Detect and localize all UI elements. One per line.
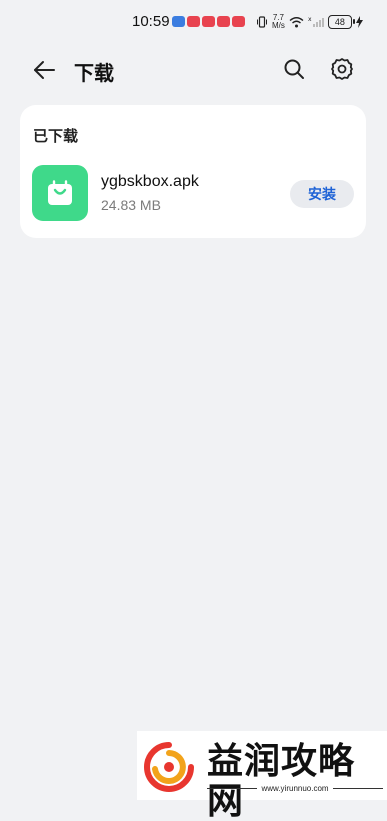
app-icon: [32, 165, 88, 221]
section-title-downloaded: 已下载: [33, 128, 79, 145]
page-title: 下载: [74, 63, 114, 85]
notification-icons: [172, 16, 245, 27]
download-item[interactable]: ygbskbox.apk 24.83 MB 安装: [20, 163, 366, 223]
watermark-url: www.yirunnuo.com: [261, 784, 329, 793]
file-name: ygbskbox.apk: [101, 173, 199, 190]
watermark: 益润攻略网 www.yirunnuo.com: [137, 731, 387, 821]
status-indicators: 7.7 M/s x 48: [256, 12, 363, 32]
watermark-brand: 益润攻略网: [207, 740, 356, 821]
wifi-icon: [289, 17, 304, 28]
signal-icon: x: [308, 16, 324, 27]
notification-icon: [217, 16, 230, 27]
svg-text:x: x: [308, 16, 312, 23]
status-bar: 10:59 7.7 M/s x 48: [0, 0, 387, 44]
app-header: 下载: [0, 44, 387, 96]
notification-icon: [232, 16, 245, 27]
downloads-card: 已下载 ygbskbox.apk 24.83 MB 安装: [20, 105, 366, 238]
battery-indicator: 48: [327, 15, 355, 29]
gear-icon: [331, 58, 353, 80]
notification-icon: [187, 16, 200, 27]
network-speed-unit: M/s: [272, 21, 285, 30]
watermark-url-row: www.yirunnuo.com: [207, 784, 384, 793]
search-button[interactable]: [280, 55, 308, 83]
arrow-left-icon: [34, 61, 55, 79]
settings-button[interactable]: [328, 55, 356, 83]
notification-icon: [172, 16, 185, 27]
watermark-logo: [144, 742, 194, 792]
file-size: 24.83 MB: [101, 197, 161, 213]
divider: [332, 788, 384, 789]
status-time: 10:59: [132, 13, 170, 30]
charging-icon: [355, 16, 363, 28]
back-button[interactable]: [30, 56, 58, 84]
vibrate-icon: [257, 16, 267, 28]
network-speed: 7.7 M/s: [272, 14, 285, 30]
shopping-bag-icon: [48, 180, 72, 205]
install-button[interactable]: 安装: [290, 180, 354, 208]
notification-icon: [202, 16, 215, 27]
search-icon: [284, 59, 304, 79]
divider: [207, 788, 258, 789]
